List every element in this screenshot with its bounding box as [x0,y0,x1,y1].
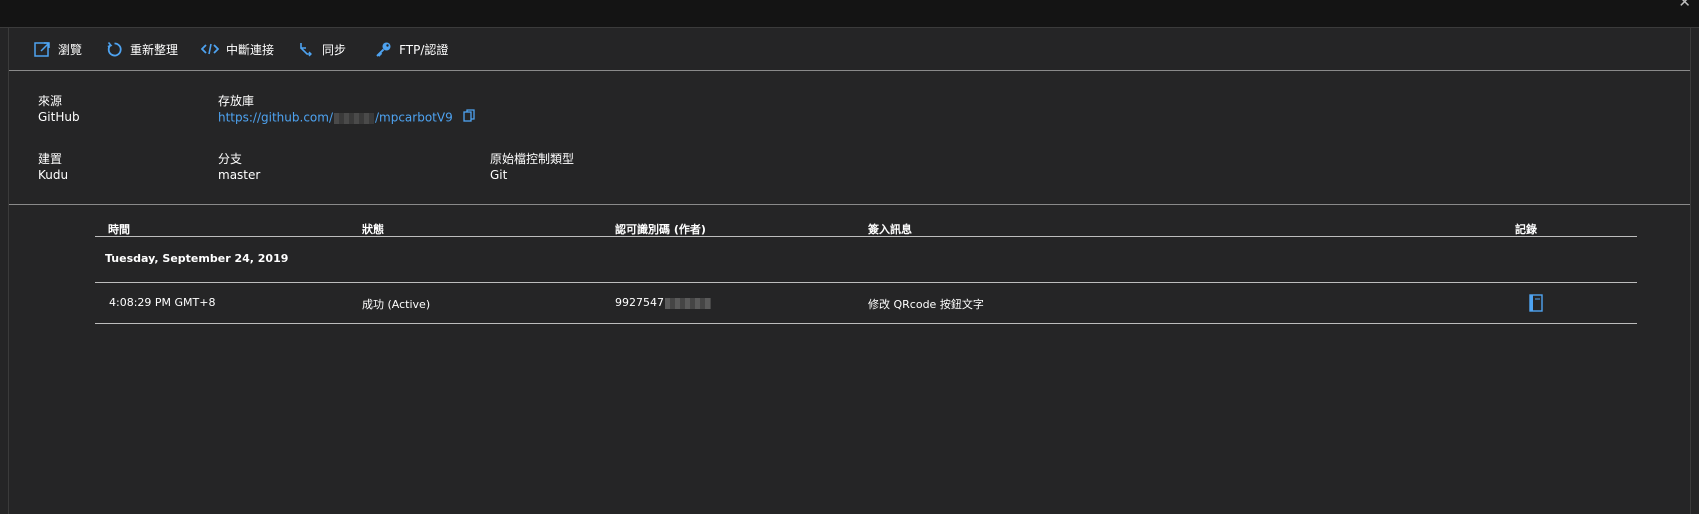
refresh-icon [105,40,123,58]
date-group-label: Tuesday, September 24, 2019 [105,252,289,265]
repository-url-suffix: /mpcarbotV9 [374,110,453,125]
column-log: 記錄 [1515,223,1537,236]
scm-type-label: 原始檔控制類型 [490,152,575,166]
commit-id-visible: 9927547 [615,296,664,309]
sync-label: 同步 [322,42,347,57]
repository-link[interactable]: https://github.com/ /mpcarbotV9 [218,109,475,127]
disconnect-label: 中斷連接 [226,42,275,57]
disconnect-button[interactable]: 中斷連接 [201,34,274,64]
source-property: 來源 GitHub [38,94,80,126]
disconnect-icon [201,40,220,58]
scm-type-property: 原始檔控制類型 Git [490,152,574,184]
deployment-history-table: 時間 狀態 認可識別碼 (作者) 簽入訊息 記錄 Tuesday, Septem… [95,218,1637,324]
close-icon[interactable]: ✕ [1678,0,1691,10]
repository-property: 存放庫 https://github.com/ /mpcarbotV9 [218,94,475,127]
refresh-label: 重新整理 [130,42,179,57]
browse-button[interactable]: 瀏覽 [33,34,82,64]
row-checkin-message: 修改 QRcode 按鈕文字 [868,298,984,311]
column-status: 狀態 [362,223,384,236]
repository-url-prefix: https://github.com/ [218,110,333,125]
column-commit-id: 認可識別碼 (作者) [615,223,706,236]
branch-property: 分支 master [218,152,260,184]
ftp-credentials-button[interactable]: FTP/認證 [374,34,448,64]
sync-button[interactable]: 同步 [297,34,346,64]
sync-icon [297,40,315,58]
column-time: 時間 [108,223,130,236]
row-status: 成功 (Active) [362,298,431,311]
date-group-row: Tuesday, September 24, 2019 [95,237,1637,283]
branch-label: 分支 [218,152,243,166]
section-divider [9,204,1690,205]
branch-value: master [218,168,261,182]
table-header: 時間 狀態 認可識別碼 (作者) 簽入訊息 記錄 [95,218,1637,237]
scm-type-value: Git [490,168,508,182]
log-details-icon[interactable] [1528,294,1544,312]
build-label: 建置 [38,152,63,166]
browse-label: 瀏覽 [58,42,83,57]
refresh-button[interactable]: 重新整理 [105,34,178,64]
command-toolbar: 瀏覽 重新整理 中斷連接 同步 FTP/認證 [9,28,1690,71]
source-value: GitHub [38,110,80,124]
column-checkin-message: 簽入訊息 [868,223,912,236]
table-row[interactable]: 4:08:29 PM GMT+8 成功 (Active) 9927547 修改 … [95,283,1637,324]
build-value: Kudu [38,168,69,182]
source-label: 來源 [38,94,63,108]
redacted-commit-suffix [665,297,711,309]
key-icon [374,40,392,58]
open-external-icon [33,40,51,58]
right-panel-edge [1690,28,1699,514]
ftp-label: FTP/認證 [399,42,449,57]
window-title-bar: ✕ [0,0,1699,28]
repository-label: 存放庫 [218,94,255,108]
left-panel-edge [0,28,9,514]
row-commit-id: 9927547 [615,296,712,309]
build-property: 建置 Kudu [38,152,68,184]
row-time: 4:08:29 PM GMT+8 [109,296,216,309]
redacted-username [333,112,374,124]
copy-icon[interactable] [462,109,475,127]
